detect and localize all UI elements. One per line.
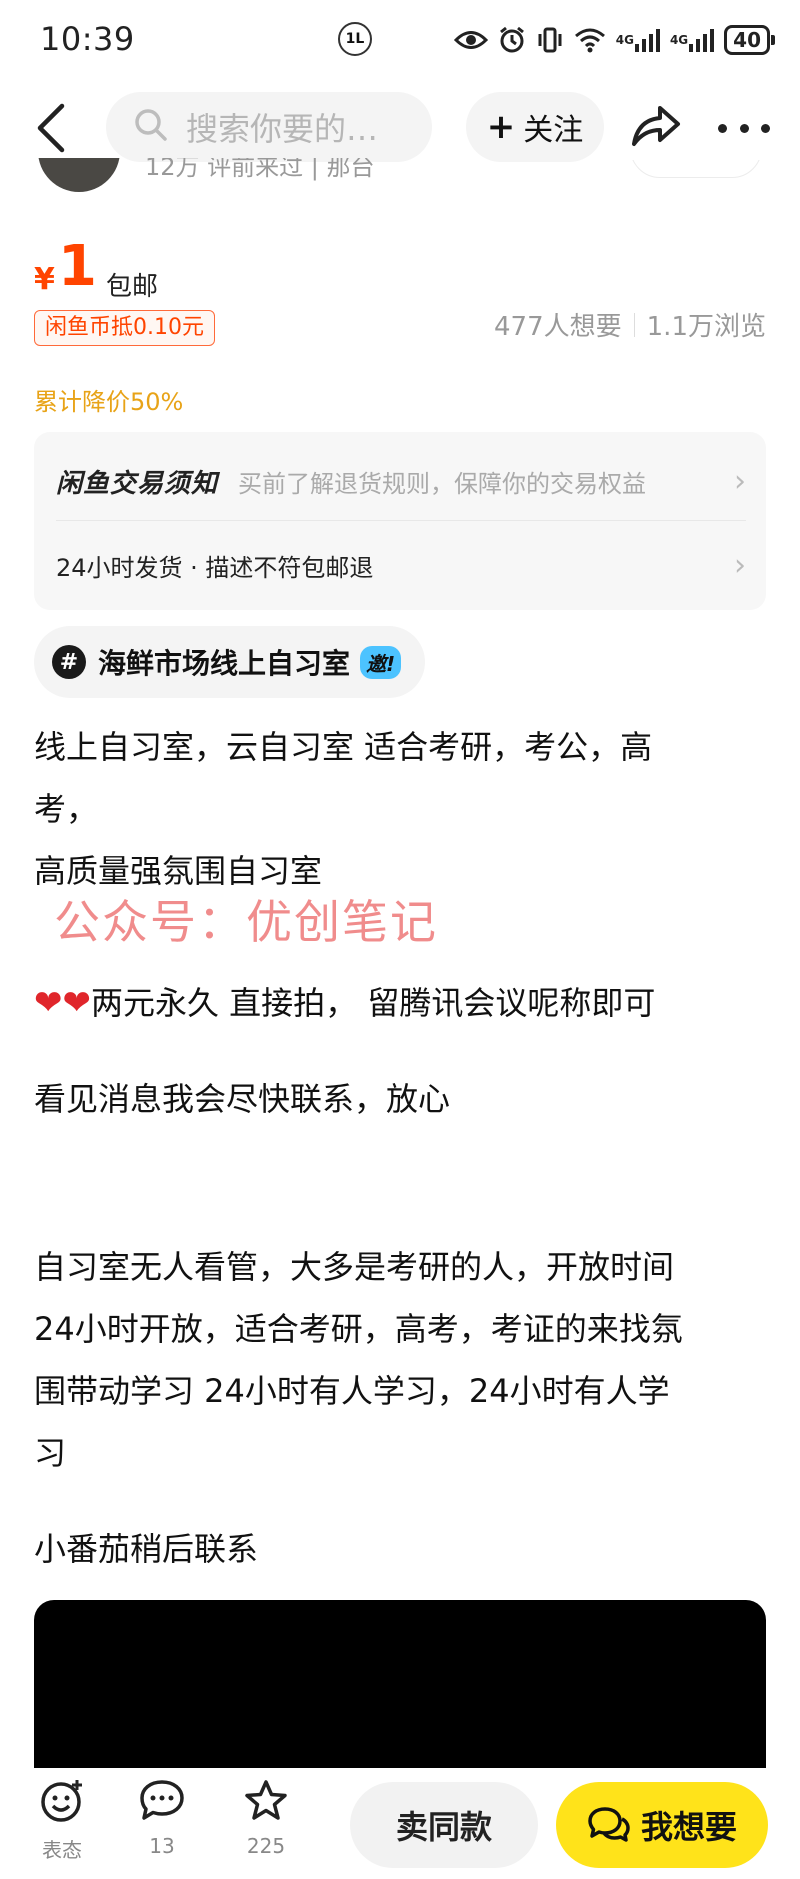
search-icon xyxy=(134,108,168,146)
shipping-label: 包邮 xyxy=(106,272,159,302)
more-dot-icon xyxy=(718,123,727,133)
sell-same-button[interactable]: 卖同款 xyxy=(350,1782,538,1868)
bottom-action-bar: 表态 13 225 卖同款 我想要 xyxy=(0,1768,800,1879)
service-guarantee-row[interactable]: 24小时发货 · 描述不符包邮退 › xyxy=(56,542,746,588)
plus-icon: + xyxy=(486,107,516,147)
seller-avatar[interactable] xyxy=(38,158,120,192)
chevron-right-icon: › xyxy=(734,547,746,583)
follow-button[interactable]: + 关注 xyxy=(466,92,604,162)
price-currency: ¥ xyxy=(34,262,55,297)
more-dot-icon xyxy=(739,123,749,133)
chevron-right-icon: › xyxy=(734,463,746,499)
emoji-reaction-icon xyxy=(41,1780,82,1822)
want-button[interactable]: 我想要 xyxy=(556,1782,768,1868)
views-count: 1.1万浏览 xyxy=(646,312,766,342)
hashtag-icon: # xyxy=(52,645,86,679)
signal-icon-2: 4G xyxy=(669,28,715,52)
price-drop-label: 累计降价50% xyxy=(34,388,184,416)
want-label: 我想要 xyxy=(640,1808,737,1846)
favorite-button[interactable]: 225 xyxy=(226,1778,306,1874)
search-input[interactable]: 搜索你要的… xyxy=(106,92,432,162)
seller-meta: 12万 评前来过 | 那台 xyxy=(145,158,375,181)
desc-line: 小番茄稍后联系 xyxy=(34,1530,259,1568)
comment-button[interactable]: 13 xyxy=(122,1778,202,1874)
chat-bubbles-icon xyxy=(588,1807,630,1842)
desc-line: 自习室无人看管，大多是考研的人，开放时间 xyxy=(34,1248,675,1286)
coin-discount-tag: 闲鱼币抵0.10元 xyxy=(34,310,215,346)
vibrate-icon xyxy=(536,26,564,54)
seller-action-pill[interactable] xyxy=(630,160,760,180)
status-time: 10:39 xyxy=(40,20,135,58)
topic-tag[interactable]: # 海鲜市场线上自习室 邀! xyxy=(34,626,426,698)
eye-icon xyxy=(453,29,488,51)
heart-icon: ❤ xyxy=(34,983,63,1023)
stats-divider xyxy=(633,312,635,337)
reaction-label: 表态 xyxy=(42,1838,82,1862)
service-guarantee-text: 24小时发货 · 描述不符包邮退 xyxy=(56,553,374,582)
invite-badge: 邀! xyxy=(360,645,402,679)
trade-notice-row[interactable]: 闲鱼交易须知 买前了解退货规则，保障你的交易权益 › xyxy=(56,458,746,504)
notice-brand: 闲鱼交易须知 xyxy=(56,468,219,499)
signal-icon-1: 4G xyxy=(616,28,660,52)
back-arrow-icon xyxy=(37,103,65,153)
star-icon xyxy=(245,1780,287,1820)
share-icon xyxy=(632,106,680,146)
item-media[interactable] xyxy=(34,1600,766,1770)
reaction-button[interactable]: 表态 xyxy=(22,1778,102,1874)
more-button[interactable] xyxy=(718,110,770,146)
back-button[interactable] xyxy=(32,100,82,160)
network-label-1: 4G xyxy=(615,33,634,47)
network-label-2: 4G xyxy=(669,33,689,47)
desc-line: 围带动学习 24小时有人学习，24小时有人学 xyxy=(34,1372,670,1410)
item-stats: 477人想要 1.1万浏览 xyxy=(494,306,766,343)
favorite-count: 225 xyxy=(246,1834,286,1858)
desc-line: 24小时开放，适合考研，高考，考证的来找氛 xyxy=(34,1310,683,1348)
watermark-text: 公众号：优创笔记 xyxy=(54,895,438,949)
status-icons: 4G 4G 40 xyxy=(330,18,775,62)
battery-icon: 40 xyxy=(724,25,775,55)
share-button[interactable] xyxy=(630,100,686,156)
desc-line: 考， xyxy=(34,790,99,828)
comment-icon xyxy=(140,1780,184,1820)
trade-notice-card: 闲鱼交易须知 买前了解退货规则，保障你的交易权益 › 24小时发货 · 描述不符… xyxy=(34,432,766,610)
wants-count: 477人想要 xyxy=(494,312,622,342)
more-dot-icon xyxy=(761,123,770,133)
alarm-icon xyxy=(498,26,526,54)
desc-line: ❤❤两元永久 直接拍， 留腾讯会议呢称即可 xyxy=(34,972,764,1034)
desc-line: 看见消息我会尽快联系，放心 xyxy=(34,1080,451,1118)
follow-label: 关注 xyxy=(523,113,584,148)
desc-line-text: 两元永久 直接拍， 留腾讯会议呢称即可 xyxy=(91,984,656,1022)
comment-count: 13 xyxy=(149,1834,175,1858)
notice-desc: 买前了解退货规则，保障你的交易权益 xyxy=(238,469,647,498)
topic-text: 海鲜市场线上自习室 xyxy=(98,647,351,680)
divider xyxy=(56,520,746,521)
desc-line: 线上自习室，云自习室 适合考研，考公，高 xyxy=(34,728,653,766)
desc-line: 习 xyxy=(34,1434,67,1472)
heart-icon: ❤ xyxy=(62,983,92,1023)
wifi-icon xyxy=(574,27,606,53)
search-placeholder: 搜索你要的… xyxy=(186,110,379,148)
price-value: 1 xyxy=(58,234,97,299)
